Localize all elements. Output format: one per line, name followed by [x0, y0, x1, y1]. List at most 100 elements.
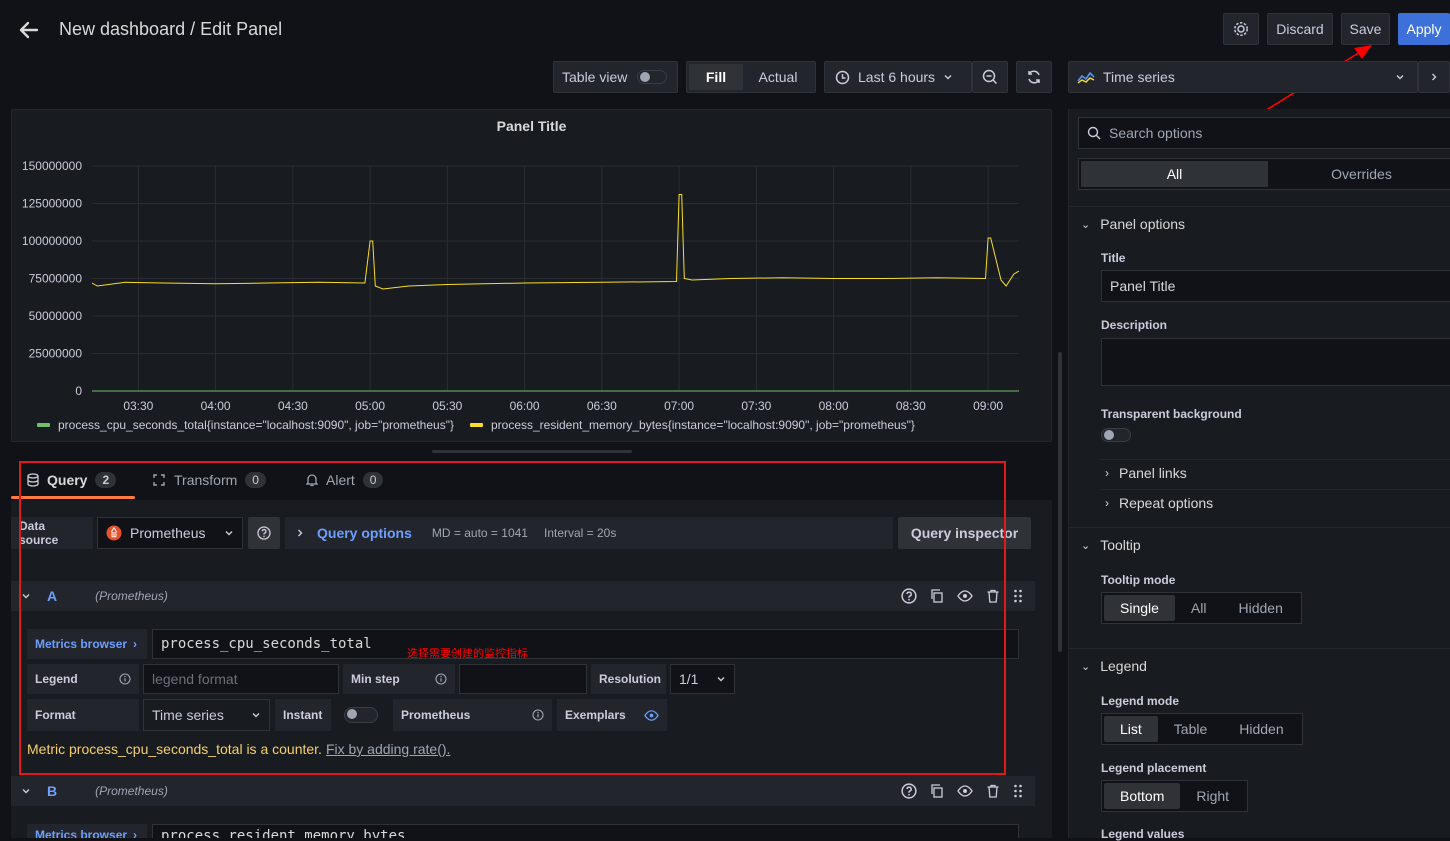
legend-placement-right[interactable]: Right: [1180, 783, 1245, 809]
visualization-label: Time series: [1103, 69, 1175, 85]
chevron-down-icon: ⌄: [1081, 660, 1091, 673]
tooltip-header[interactable]: ⌄ Tooltip: [1081, 537, 1141, 553]
query-b-expression-input[interactable]: process_resident_memory_bytes: [152, 824, 1019, 838]
time-range-label: Last 6 hours: [858, 69, 936, 85]
refresh-button[interactable]: [1016, 61, 1052, 93]
description-textarea[interactable]: [1101, 338, 1450, 386]
refresh-icon: [1028, 70, 1040, 84]
series-line-1: [91, 194, 1020, 290]
tab-all[interactable]: All: [1081, 161, 1268, 187]
search-icon: [1087, 126, 1101, 140]
chevron-right-icon: ›: [1105, 496, 1109, 510]
actual-button[interactable]: Actual: [743, 69, 813, 85]
query-b-header[interactable]: B (Prometheus): [11, 776, 1035, 806]
question-circle-icon[interactable]: [901, 783, 917, 799]
title-label: Title: [1101, 251, 1126, 265]
table-view-switch[interactable]: [637, 70, 668, 84]
time-series-icon: [1077, 71, 1095, 84]
transparent-bg-label: Transparent background: [1101, 407, 1242, 421]
legend-swatch-0: [37, 423, 50, 427]
x-tick-label: 03:30: [123, 399, 153, 413]
x-tick-label: 05:00: [355, 399, 385, 413]
query-b-letter: B: [47, 783, 58, 799]
drag-handle-icon[interactable]: [1013, 783, 1023, 799]
chevron-down-icon: ⌄: [1081, 539, 1091, 552]
tooltip-mode-single[interactable]: Single: [1104, 595, 1175, 621]
divider: [1069, 206, 1450, 207]
apply-button[interactable]: Apply: [1398, 13, 1450, 45]
legend-values-label: Legend values: [1101, 827, 1185, 841]
x-tick-label: 04:00: [201, 399, 231, 413]
legend-placement-label: Legend placement: [1101, 761, 1207, 775]
divider: [1069, 648, 1450, 649]
y-tick-label: 25000000: [29, 347, 83, 361]
y-tick-label: 75000000: [29, 272, 83, 286]
legend-mode-label: Legend mode: [1101, 694, 1180, 708]
legend-label-0: process_cpu_seconds_total{instance="loca…: [58, 418, 454, 432]
copy-icon[interactable]: [929, 783, 945, 799]
time-series-chart: 150000000 125000000 100000000 75000000 50000…: [22, 159, 1020, 432]
tooltip-mode-hidden[interactable]: Hidden: [1222, 595, 1298, 621]
editor-scrollbar[interactable]: [1058, 352, 1062, 652]
panel-options-header[interactable]: ⌄ Panel options: [1081, 216, 1185, 232]
legend-header[interactable]: ⌄ Legend: [1081, 658, 1147, 674]
chevron-right-icon: [1432, 73, 1437, 81]
y-tick-label: 125000000: [22, 197, 82, 211]
y-tick-label: 0: [75, 384, 82, 398]
chevron-down-icon: [944, 75, 952, 80]
metrics-browser-b-button[interactable]: Metrics browser ›: [27, 824, 147, 838]
gear-icon: [1234, 22, 1248, 36]
x-tick-label: 09:00: [973, 399, 1003, 413]
repeat-options-header[interactable]: › Repeat options: [1105, 495, 1213, 511]
search-options-input[interactable]: Search options: [1078, 117, 1450, 149]
eye-icon[interactable]: [957, 783, 973, 799]
resize-handle[interactable]: [432, 450, 632, 453]
tab-overrides[interactable]: Overrides: [1268, 161, 1450, 187]
metrics-browser-b-label: Metrics browser: [35, 828, 128, 838]
legend-mode-group: List Table Hidden: [1101, 713, 1303, 745]
x-tick-label: 06:00: [510, 399, 540, 413]
legend-mode-list[interactable]: List: [1104, 716, 1158, 742]
panel-links-label: Panel links: [1119, 465, 1187, 481]
time-picker[interactable]: Last 6 hours: [824, 61, 972, 93]
tooltip-mode-group: Single All Hidden: [1101, 592, 1302, 624]
x-tick-label: 07:00: [664, 399, 694, 413]
x-tick-label: 08:30: [896, 399, 926, 413]
panel-options-label: Panel options: [1100, 216, 1186, 232]
clock-icon: [835, 70, 850, 84]
legend-section-label: Legend: [1100, 658, 1147, 674]
chevron-down-icon: [22, 789, 30, 794]
legend-mode-hidden[interactable]: Hidden: [1223, 716, 1299, 742]
legend-mode-table[interactable]: Table: [1158, 716, 1223, 742]
tooltip-mode-all[interactable]: All: [1175, 595, 1223, 621]
table-view-label: Table view: [562, 69, 628, 85]
transparent-bg-switch[interactable]: [1101, 428, 1131, 442]
x-tick-label: 08:00: [819, 399, 849, 413]
page-title: New dashboard / Edit Panel: [59, 19, 283, 39]
divider: [1101, 489, 1450, 490]
zoom-out-button[interactable]: [972, 61, 1008, 93]
chevron-right-icon: ›: [133, 828, 138, 838]
trash-icon[interactable]: [985, 783, 1001, 799]
y-tick-label: 150000000: [22, 159, 82, 173]
tooltip-mode-label: Tooltip mode: [1101, 573, 1176, 587]
fill-button[interactable]: Fill: [689, 64, 743, 90]
panel-preview: Panel Title 150000000 125000000 100000000 7…: [11, 109, 1052, 442]
x-tick-label: 04:30: [278, 399, 308, 413]
chevron-down-icon: ⌄: [1081, 218, 1091, 231]
table-view-toggle[interactable]: Table view: [553, 61, 678, 93]
legend-swatch-1: [469, 423, 483, 427]
visualization-picker[interactable]: Time series: [1068, 61, 1418, 93]
panel-links-header[interactable]: › Panel links: [1105, 465, 1187, 481]
fill-actual-group: Fill Actual: [686, 61, 816, 93]
title-input[interactable]: Panel Title: [1101, 270, 1450, 302]
x-tick-label: 05:30: [432, 399, 462, 413]
zoom-out-icon: [982, 69, 998, 85]
description-label: Description: [1101, 318, 1168, 332]
back-arrow-icon[interactable]: [16, 17, 42, 43]
legend-placement-bottom[interactable]: Bottom: [1104, 783, 1181, 809]
options-pane: Search options All Overrides ⌄ Panel opt…: [1068, 109, 1450, 841]
drag-handle-icon[interactable]: [1013, 588, 1023, 604]
x-tick-label: 07:30: [741, 399, 771, 413]
collapse-options-button[interactable]: [1418, 61, 1450, 93]
